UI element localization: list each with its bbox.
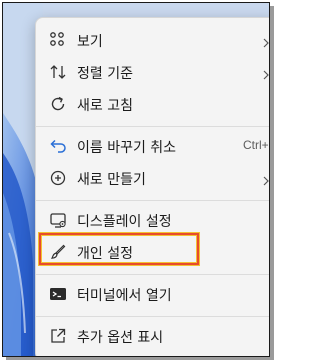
menu-item-refresh[interactable]: 새로 고침 [40, 88, 269, 120]
menu-item-label: 터미널에서 열기 [77, 288, 172, 304]
add-circle-icon [48, 168, 68, 188]
menu-item-open-terminal[interactable]: 터미널에서 열기 [40, 278, 269, 310]
context-menu: 보기 정렬 기준 새로 고침 이름 바꾸기 취소 Ctrl+ 새로 만들기 디스… [35, 17, 269, 356]
open-external-icon [48, 326, 68, 346]
chevron-right-icon [260, 34, 269, 48]
menu-item-sort-by[interactable]: 정렬 기준 [40, 56, 269, 88]
display-settings-icon [48, 210, 68, 230]
shortcut-hint: Ctrl+Z [243, 138, 269, 152]
screenshot-frame: 보기 정렬 기준 새로 고침 이름 바꾸기 취소 Ctrl+ 새로 만들기 디스… [0, 0, 278, 362]
menu-item-display-settings[interactable]: 디스플레이 설정 [40, 204, 269, 236]
highlight-box [39, 233, 199, 265]
menu-item-label: 디스플레이 설정 [77, 214, 172, 230]
menu-item-undo-rename[interactable]: 이름 바꾸기 취소 Ctrl+Z [40, 130, 269, 162]
frame-shadow-right [270, 6, 274, 360]
undo-icon [48, 136, 68, 156]
menu-separator [36, 200, 269, 201]
menu-separator [36, 316, 269, 317]
menu-item-new[interactable]: 새로 만들기 [40, 162, 269, 194]
menu-item-label: 새로 만들기 [77, 172, 146, 188]
menu-item-label: 이름 바꾸기 취소 [77, 140, 177, 156]
menu-separator [36, 126, 269, 127]
grid-icon [48, 30, 68, 50]
menu-item-view[interactable]: 보기 [40, 24, 269, 56]
menu-item-show-more-options[interactable]: 추가 옵션 표시 [40, 320, 269, 352]
refresh-icon [48, 94, 68, 114]
desktop[interactable]: 보기 정렬 기준 새로 고침 이름 바꾸기 취소 Ctrl+ 새로 만들기 디스… [2, 2, 270, 357]
menu-item-label: 정렬 기준 [77, 66, 133, 82]
menu-separator [36, 274, 269, 275]
menu-item-label: 추가 옵션 표시 [77, 330, 164, 346]
menu-item-label: 보기 [77, 34, 103, 50]
terminal-icon [48, 284, 68, 304]
chevron-right-icon [260, 66, 269, 80]
chevron-right-icon [260, 172, 269, 186]
menu-item-label: 새로 고침 [77, 98, 133, 114]
sort-arrows-icon [48, 62, 68, 82]
